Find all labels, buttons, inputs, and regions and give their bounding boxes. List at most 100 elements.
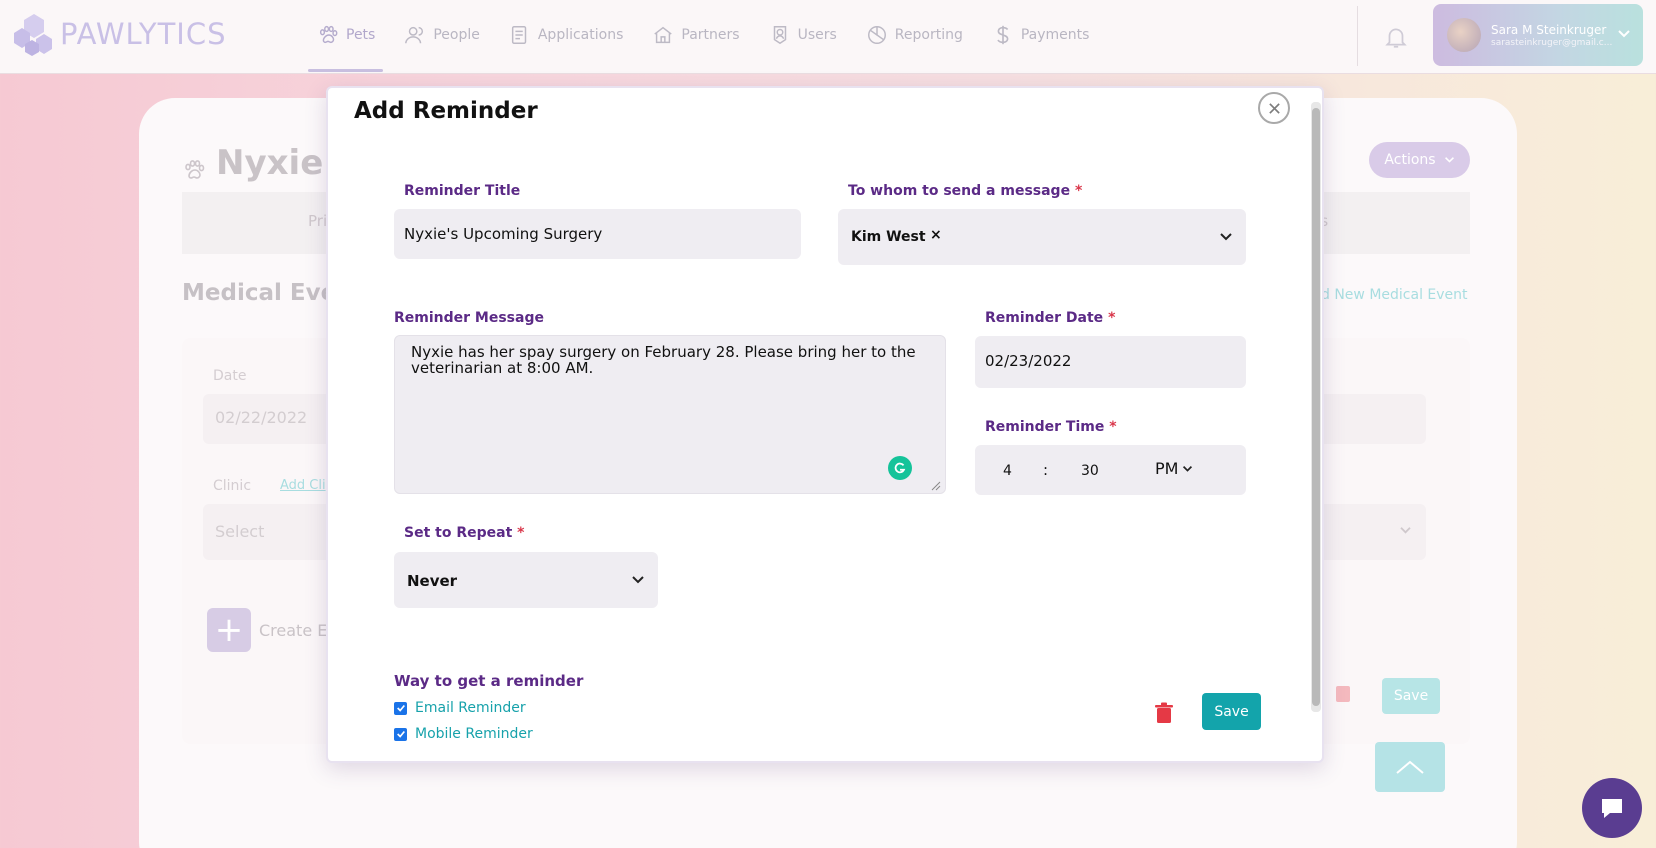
- hexagon-logo-icon: [14, 14, 52, 56]
- reminder-title-label: Reminder Title: [404, 183, 520, 199]
- nav-item-applications[interactable]: Applications: [500, 0, 632, 70]
- paw-icon: [182, 151, 206, 179]
- time-hour-input[interactable]: 4: [1003, 463, 1012, 479]
- user-info: Sara M Steinkruger sarasteinkruger@gmail…: [1491, 23, 1612, 48]
- add-reminder-modal: Add Reminder Reminder Title Nyxie's Upco…: [326, 86, 1324, 763]
- applications-icon: [508, 23, 532, 47]
- email-reminder-option[interactable]: Email Reminder: [394, 700, 526, 716]
- time-separator: :: [1043, 461, 1049, 479]
- required-marker: *: [517, 525, 525, 541]
- nav-label-pets: Pets: [346, 27, 376, 43]
- repeat-label-text: Set to Repeat: [404, 525, 513, 541]
- repeat-value: Never: [407, 572, 458, 590]
- pet-name: Nyxie: [216, 143, 324, 183]
- top-navbar: PAWLYTICS Pets People Applications Partn…: [0, 0, 1656, 74]
- time-label: Reminder Time *: [985, 419, 1117, 435]
- nav-item-reporting[interactable]: Reporting: [857, 0, 971, 70]
- trash-icon[interactable]: [1154, 702, 1174, 724]
- nav-item-payments[interactable]: Payments: [983, 0, 1098, 70]
- bg-save-button[interactable]: Save: [1382, 678, 1440, 714]
- reporting-icon: [865, 23, 889, 47]
- add-clinic-link[interactable]: Add Cli: [280, 478, 326, 493]
- scroll-top-button[interactable]: [1375, 742, 1445, 792]
- actions-button[interactable]: Actions: [1369, 142, 1470, 178]
- tab-partial-left[interactable]: Pri: [308, 212, 327, 230]
- message-label-text: Reminder Message: [394, 310, 544, 326]
- avatar: [1447, 18, 1481, 52]
- date-label: Date: [213, 368, 247, 384]
- date-label: Reminder Date *: [985, 310, 1115, 326]
- chevron-down-icon: [1220, 233, 1232, 241]
- recipient-chip: Kim West: [851, 229, 926, 245]
- bell-icon[interactable]: [1383, 24, 1409, 50]
- mobile-reminder-checkbox[interactable]: [394, 727, 407, 741]
- mobile-reminder-option[interactable]: Mobile Reminder: [394, 726, 533, 742]
- email-reminder-label: Email Reminder: [415, 700, 526, 716]
- nav-label-applications: Applications: [537, 27, 624, 43]
- reminder-title-label-text: Reminder Title: [404, 183, 521, 199]
- nav-label-users: Users: [797, 27, 837, 43]
- recipient-label: To whom to send a message *: [848, 183, 1082, 199]
- chevron-down-icon: [632, 576, 644, 584]
- clinic-label: Clinic: [213, 478, 252, 494]
- create-event-button[interactable]: + Create Ev: [207, 608, 337, 652]
- repeat-select[interactable]: Never: [394, 552, 658, 608]
- dollar-icon: [991, 23, 1015, 47]
- plus-icon: +: [207, 608, 251, 652]
- save-button[interactable]: Save: [1202, 693, 1261, 730]
- pet-title: Nyxie: [182, 143, 323, 183]
- reminder-message-textarea[interactable]: Nyxie has her spay surgery on February 2…: [394, 335, 946, 494]
- message-label: Reminder Message: [394, 310, 544, 326]
- required-marker: *: [1074, 183, 1083, 199]
- people-icon: [403, 23, 427, 47]
- chip-remove-icon[interactable]: ×: [930, 227, 942, 243]
- user-badge-icon: [768, 23, 792, 47]
- resize-handle-icon[interactable]: [931, 481, 941, 491]
- chevron-down-icon: [1444, 157, 1454, 163]
- required-marker: *: [1109, 419, 1117, 435]
- modal-scroll-thumb[interactable]: [1312, 108, 1320, 706]
- reminder-time-picker: 4 : 30 PM: [975, 445, 1246, 495]
- required-marker: *: [1108, 310, 1116, 326]
- email-reminder-checkbox[interactable]: [394, 701, 407, 715]
- add-medical-event-link[interactable]: d New Medical Event: [1321, 287, 1468, 303]
- modal-title: Add Reminder: [354, 98, 538, 124]
- ampm-value: PM: [1155, 459, 1179, 478]
- checkmark-icon: [396, 704, 405, 712]
- mobile-reminder-label: Mobile Reminder: [415, 726, 533, 742]
- reminder-date-input[interactable]: 02/23/2022: [975, 336, 1246, 388]
- nav-label-reporting: Reporting: [894, 27, 963, 43]
- home-icon: [651, 23, 675, 47]
- ampm-select[interactable]: PM: [1155, 459, 1193, 478]
- nav-divider: [1357, 6, 1358, 66]
- chevron-down-icon: [1183, 465, 1193, 472]
- nav-label-people: People: [433, 27, 480, 43]
- close-icon: [1268, 102, 1280, 114]
- recipient-label-text: To whom to send a message: [848, 183, 1071, 199]
- time-minute-input[interactable]: 30: [1081, 463, 1099, 479]
- reminder-title-input[interactable]: Nyxie's Upcoming Surgery: [394, 209, 801, 259]
- trash-icon[interactable]: [1336, 686, 1350, 702]
- close-button[interactable]: [1258, 92, 1290, 124]
- user-menu[interactable]: Sara M Steinkruger sarasteinkruger@gmail…: [1433, 4, 1643, 66]
- time-label-text: Reminder Time: [985, 419, 1105, 435]
- logo-text: PAWLYTICS: [60, 17, 227, 51]
- recipient-select[interactable]: Kim West ×: [838, 209, 1246, 265]
- checkmark-icon: [396, 730, 405, 738]
- main-nav: Pets People Applications Partners Users: [308, 0, 1109, 74]
- nav-item-users[interactable]: Users: [760, 0, 845, 70]
- date-label-text: Reminder Date: [985, 310, 1104, 326]
- user-name: Sara M Steinkruger: [1491, 22, 1607, 37]
- chevron-down-icon: [1399, 524, 1412, 538]
- chat-button[interactable]: [1582, 778, 1642, 838]
- app-logo[interactable]: PAWLYTICS: [10, 12, 227, 56]
- nav-label-partners: Partners: [681, 27, 740, 43]
- nav-item-people[interactable]: People: [395, 0, 488, 70]
- nav-item-partners[interactable]: Partners: [643, 0, 747, 70]
- paw-icon: [316, 23, 340, 47]
- nav-label-payments: Payments: [1020, 27, 1090, 43]
- nav-item-pets[interactable]: Pets: [308, 0, 384, 72]
- repeat-label: Set to Repeat *: [404, 525, 524, 541]
- grammarly-icon[interactable]: [888, 456, 912, 480]
- delivery-label: Way to get a reminder: [394, 672, 584, 690]
